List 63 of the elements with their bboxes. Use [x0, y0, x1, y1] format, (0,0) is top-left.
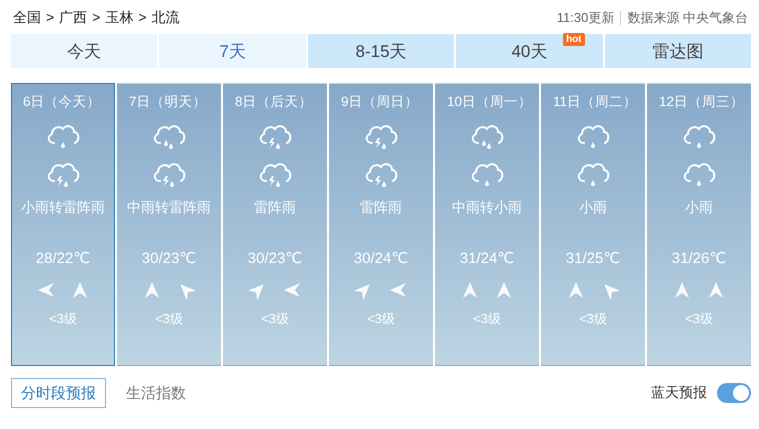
- wind-level: <3级: [155, 310, 183, 328]
- wind-arrow-icon: [461, 281, 479, 299]
- day-card[interactable]: 11日（周二） 小雨 31/25℃ <3级: [541, 83, 645, 366]
- day-card[interactable]: 12日（周三） 小雨 31/26℃ <3级: [647, 83, 751, 366]
- day-card[interactable]: 10日（周一） 中雨转小雨 31/24℃ <3级: [435, 83, 539, 366]
- day-card[interactable]: 7日（明天） 中雨转雷阵雨 30/23℃ <3级: [117, 83, 221, 366]
- wind-level: <3级: [579, 310, 607, 328]
- sub-tab[interactable]: 分时段预报: [11, 378, 106, 408]
- day-date: 12日（周三）: [659, 93, 744, 111]
- wind-level: <3级: [473, 310, 501, 328]
- wind-arrow-icon: [283, 281, 301, 299]
- temperature: 31/25℃: [566, 249, 620, 267]
- wind-arrow-icon: [707, 281, 725, 299]
- weather-text: 中雨转雷阵雨: [127, 199, 211, 217]
- data-source: 数据来源 中央气象台: [627, 9, 748, 27]
- breadcrumb-link[interactable]: 广西: [59, 9, 88, 27]
- temperature: 31/26℃: [672, 249, 726, 267]
- wind-level: <3级: [367, 310, 395, 328]
- temperature: 30/23℃: [142, 249, 196, 267]
- breadcrumb-separator: >: [46, 9, 54, 27]
- temperature: 31/24℃: [460, 249, 514, 267]
- update-time: 11:30更新: [556, 9, 614, 27]
- forecast-tab[interactable]: 雷达图: [604, 34, 752, 68]
- forecast-tab[interactable]: 8-15天: [308, 34, 454, 68]
- toggle-switch[interactable]: [717, 383, 751, 403]
- forecast-tab[interactable]: 今天: [11, 34, 158, 68]
- wind-arrow-icon: [673, 281, 691, 299]
- wind-arrow-icon: [37, 281, 55, 299]
- day-date: 11日（周二）: [553, 93, 638, 111]
- wind-level: <3级: [685, 310, 713, 328]
- weather-text: 小雨: [579, 199, 607, 217]
- wind-arrow-icon: [143, 281, 161, 299]
- wind-arrow-icon: [71, 281, 89, 299]
- weather-text: 中雨转小雨: [452, 199, 522, 217]
- weather-text: 雷阵雨: [360, 199, 402, 217]
- weather-text: 小雨: [685, 199, 713, 217]
- hot-badge: hot: [563, 33, 585, 46]
- forecast-tab[interactable]: 40天 hot: [456, 34, 603, 68]
- weather-text: 雷阵雨: [254, 199, 296, 217]
- forecast-tab[interactable]: 7天: [159, 34, 306, 68]
- day-date: 10日（周一）: [447, 93, 532, 111]
- toggle-label: 蓝天预报: [651, 384, 707, 402]
- wind-level: <3级: [49, 310, 77, 328]
- day-card[interactable]: 8日（后天） 雷阵雨 30/23℃ <3级: [223, 83, 327, 366]
- wind-arrow-icon: [567, 281, 585, 299]
- breadcrumb-separator: >: [92, 9, 100, 27]
- day-date: 9日（周日）: [341, 93, 419, 111]
- weather-text: 小雨转雷阵雨: [21, 199, 105, 217]
- wind-level: <3级: [261, 310, 289, 328]
- day-date: 7日（明天）: [129, 93, 207, 111]
- day-date: 8日（后天）: [235, 93, 313, 111]
- temperature: 30/24℃: [354, 249, 408, 267]
- day-card[interactable]: 9日（周日） 雷阵雨 30/24℃ <3级: [329, 83, 433, 366]
- day-date: 6日（今天）: [23, 93, 101, 111]
- day-card[interactable]: 6日（今天） 小雨转雷阵雨 28/22℃ <3级: [11, 83, 115, 366]
- breadcrumb-separator: >: [138, 9, 147, 27]
- wind-arrow-icon: [389, 281, 407, 299]
- breadcrumb-link[interactable]: 全国: [13, 9, 41, 27]
- breadcrumb-link[interactable]: 北流: [152, 9, 180, 27]
- temperature: 30/23℃: [248, 249, 302, 267]
- temperature: 28/22℃: [36, 249, 90, 267]
- wind-arrow-icon: [495, 281, 513, 299]
- breadcrumb-link[interactable]: 玉林: [105, 9, 134, 27]
